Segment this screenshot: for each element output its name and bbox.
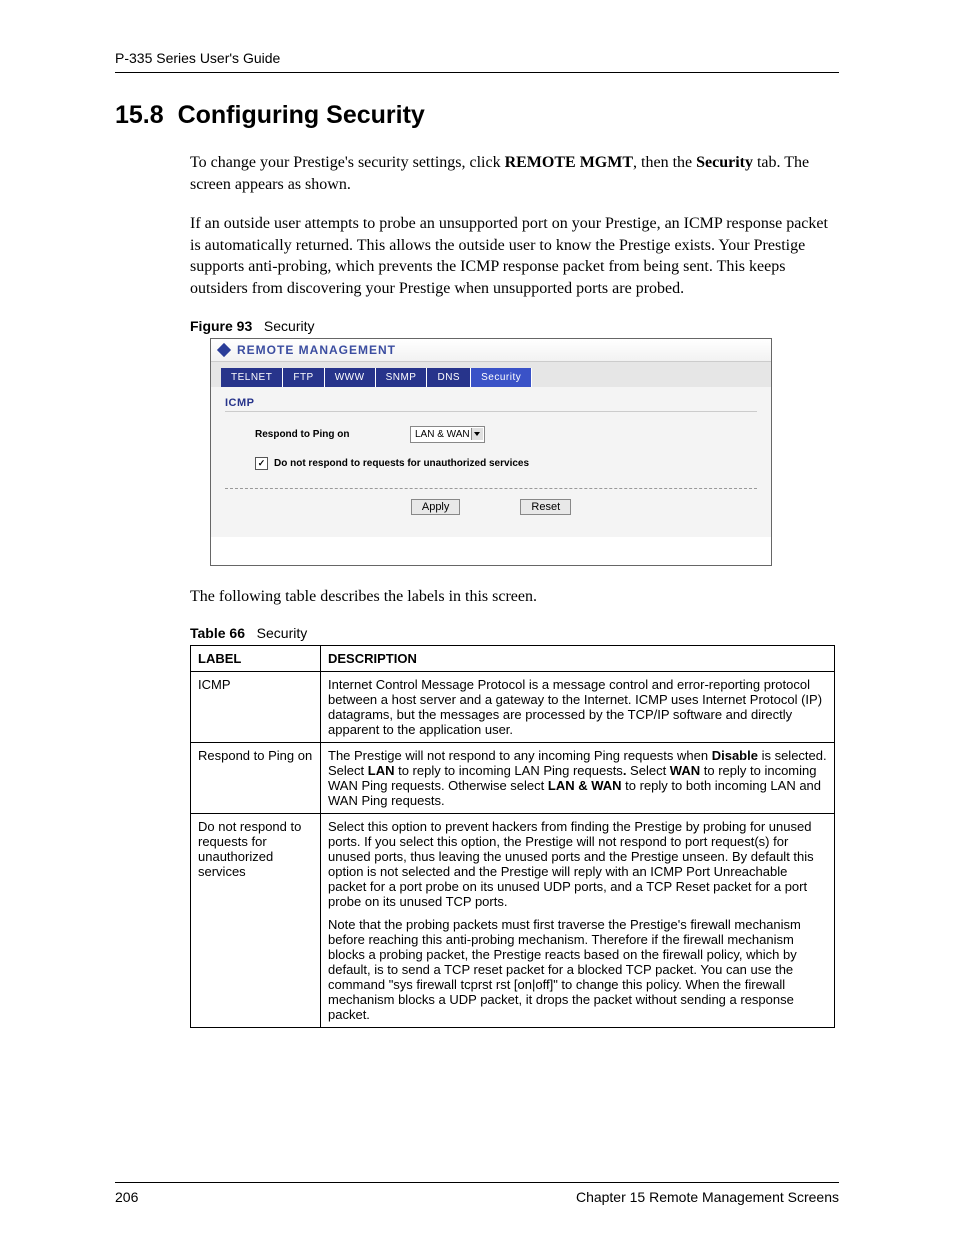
table-row: Respond to Ping on The Prestige will not…: [191, 743, 835, 814]
table-header-row: LABEL DESCRIPTION: [191, 646, 835, 672]
running-header: P-335 Series User's Guide: [115, 50, 839, 73]
guide-title: P-335 Series User's Guide: [115, 50, 280, 66]
cell-label: Do not respond to requests for unauthori…: [191, 814, 321, 1028]
reset-button[interactable]: Reset: [520, 499, 571, 515]
text-fragment: to reply to incoming LAN Ping requests: [394, 763, 622, 778]
respond-ping-row: Respond to Ping on LAN & WAN: [225, 426, 757, 443]
tab-row: TELNET FTP WWW SNMP DNS Security: [211, 362, 771, 387]
bold-disable: Disable: [712, 748, 758, 763]
anti-probe-checkbox[interactable]: ✓: [255, 457, 268, 470]
window-title: REMOTE MANAGEMENT: [237, 343, 396, 357]
text-fragment: The Prestige will not respond to any inc…: [328, 748, 712, 763]
text-fragment: , then the: [633, 154, 696, 171]
bold-wan: WAN: [670, 763, 700, 778]
text-fragment: To change your Prestige's security setti…: [190, 154, 505, 171]
bold-remote-mgmt: REMOTE MGMT: [505, 154, 633, 171]
table-label: Table 66: [190, 625, 245, 641]
section-title: Configuring Security: [178, 101, 425, 129]
anti-probe-label: Do not respond to requests for unauthori…: [274, 458, 529, 469]
panel-subheading: ICMP: [225, 397, 757, 412]
tab-snmp[interactable]: SNMP: [376, 368, 428, 387]
bold-lan-wan: LAN & WAN: [548, 778, 622, 793]
figure-title: Security: [264, 318, 315, 334]
table-row: ICMP Internet Control Message Protocol i…: [191, 672, 835, 743]
tab-telnet[interactable]: TELNET: [221, 368, 283, 387]
window-titlebar: REMOTE MANAGEMENT: [211, 339, 771, 362]
table-caption: Table 66 Security: [190, 625, 839, 641]
chevron-down-icon: [471, 428, 483, 440]
section-heading: 15.8 Configuring Security: [115, 101, 839, 130]
tab-www[interactable]: WWW: [325, 368, 376, 387]
page-number: 206: [115, 1189, 138, 1205]
intro-paragraph-1: To change your Prestige's security setti…: [190, 152, 839, 195]
table-title: Security: [257, 625, 308, 641]
tab-ftp[interactable]: FTP: [283, 368, 324, 387]
chapter-title: Chapter 15 Remote Management Screens: [576, 1189, 839, 1205]
apply-button[interactable]: Apply: [411, 499, 461, 515]
text-fragment: Select: [626, 763, 669, 778]
bold-lan: LAN: [368, 763, 395, 778]
cell-label: ICMP: [191, 672, 321, 743]
description-paragraph: Note that the probing packets must first…: [328, 917, 827, 1022]
respond-ping-label: Respond to Ping on: [255, 429, 410, 440]
diamond-icon: [217, 342, 231, 356]
section-number: 15.8: [115, 101, 164, 129]
col-header-label: LABEL: [191, 646, 321, 672]
bold-security: Security: [696, 154, 753, 171]
table-intro-paragraph: The following table describes the labels…: [190, 586, 839, 608]
table-row: Do not respond to requests for unauthori…: [191, 814, 835, 1028]
tab-dns[interactable]: DNS: [427, 368, 471, 387]
col-header-description: DESCRIPTION: [321, 646, 835, 672]
figure-screenshot: REMOTE MANAGEMENT TELNET FTP WWW SNMP DN…: [210, 338, 772, 566]
security-panel: ICMP Respond to Ping on LAN & WAN ✓ Do n…: [211, 387, 771, 537]
tab-security[interactable]: Security: [471, 368, 532, 387]
intro-paragraph-2: If an outside user attempts to probe an …: [190, 213, 839, 299]
divider: [225, 488, 757, 489]
figure-label: Figure 93: [190, 318, 252, 334]
cell-description: Select this option to prevent hackers fr…: [321, 814, 835, 1028]
respond-ping-select[interactable]: LAN & WAN: [410, 426, 485, 443]
security-description-table: LABEL DESCRIPTION ICMP Internet Control …: [190, 645, 835, 1028]
figure-caption: Figure 93 Security: [190, 318, 839, 334]
page-footer: 206 Chapter 15 Remote Management Screens: [115, 1182, 839, 1205]
select-value: LAN & WAN: [415, 427, 470, 442]
description-paragraph: Select this option to prevent hackers fr…: [328, 819, 827, 909]
cell-description: Internet Control Message Protocol is a m…: [321, 672, 835, 743]
cell-description: The Prestige will not respond to any inc…: [321, 743, 835, 814]
anti-probe-row: ✓ Do not respond to requests for unautho…: [225, 457, 757, 470]
button-row: Apply Reset: [225, 499, 757, 515]
cell-label: Respond to Ping on: [191, 743, 321, 814]
